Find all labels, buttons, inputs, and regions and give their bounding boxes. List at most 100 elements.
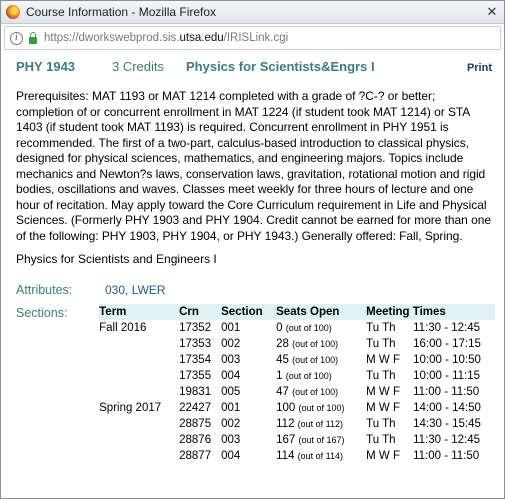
seats-capacity: (out of 100) xyxy=(285,371,332,381)
seats-open-value: 45 xyxy=(276,354,289,366)
seats-open-value: 0 xyxy=(276,322,283,334)
course-description: Prerequisites: MAT 1193 or MAT 1214 comp… xyxy=(16,89,491,243)
window-title: Course Information - Mozilla Firefox xyxy=(26,5,217,19)
lock-icon[interactable] xyxy=(29,31,37,44)
section-days: Tu Th xyxy=(366,338,396,350)
section-number: 004 xyxy=(221,450,241,462)
section-seats: 100 (out of 100) xyxy=(276,400,366,416)
seats-open-value: 100 xyxy=(276,402,296,414)
browser-window: Course Information - Mozilla Firefox ✕ i… xyxy=(0,0,505,499)
header-seats-open: Seats Open xyxy=(276,304,367,320)
section-term: Spring 2017 xyxy=(99,402,162,414)
url-bar[interactable]: i https://dworkswebprod.sis.utsa.edu/IRI… xyxy=(4,26,501,50)
section-time: 10:00 - 11:15 xyxy=(413,370,481,382)
section-crn: 17352 xyxy=(179,322,212,334)
sections-label: Sections: xyxy=(16,306,68,320)
seats-capacity: (out of 100) xyxy=(292,339,339,349)
section-crn: 17355 xyxy=(179,370,212,382)
section-seats: 28 (out of 100) xyxy=(276,336,366,352)
section-crn: 28876 xyxy=(179,434,212,446)
section-time: 11:30 - 12:45 xyxy=(413,322,481,334)
seats-capacity: (out of 114) xyxy=(297,451,344,461)
course-code: PHY 1943 xyxy=(16,59,76,74)
section-time: 11:00 - 11:50 xyxy=(413,450,480,462)
table-row: 17355 004 1 (out of 100) Tu Th 10:00 - 11:15 xyxy=(99,368,495,384)
header-term: Term xyxy=(99,304,180,320)
section-number: 002 xyxy=(221,418,241,430)
page-content: PHY 1943 3 Credits Physics for Scientist… xyxy=(1,49,504,498)
section-term xyxy=(99,336,179,352)
url-text[interactable]: https://dworkswebprod.sis.utsa.edu/IRISL… xyxy=(44,32,288,44)
section-number: 003 xyxy=(221,354,241,366)
section-crn: 19831 xyxy=(179,386,212,398)
table-row: 17353 002 28 (out of 100) Tu Th 16:00 - 17:1… xyxy=(99,336,495,352)
section-seats: 45 (out of 100) xyxy=(276,352,366,368)
section-number: 001 xyxy=(221,402,241,414)
section-seats: 1 (out of 100) xyxy=(276,368,366,384)
seats-capacity: (out of 167) xyxy=(298,435,345,445)
table-row: Spring 2017 22427 001 100 (out of 100) M W F… xyxy=(99,400,495,416)
firefox-icon xyxy=(6,5,20,19)
table-row: 28875 002 112 (out of 112) Tu Th 14:30 - 15:… xyxy=(99,416,495,432)
section-days: Tu Th xyxy=(366,434,396,446)
section-days: M W F xyxy=(366,402,400,414)
section-term xyxy=(99,416,179,432)
seats-open-value: 114 xyxy=(276,450,295,462)
table-row: Fall 2016 17352 001 0 (out of 100) Tu Th 11:3… xyxy=(99,320,495,336)
section-time: 10:00 - 10:50 xyxy=(413,354,481,366)
table-header-row: Term Crn Section Seats Open Meeting Time… xyxy=(99,304,495,320)
seats-capacity: (out of 100) xyxy=(292,387,339,397)
seats-capacity: (out of 100) xyxy=(298,403,345,413)
section-crn: 28875 xyxy=(179,418,212,430)
section-number: 003 xyxy=(221,434,241,446)
course-long-title: Physics for Scientists and Engineers I xyxy=(16,252,217,266)
section-time: 11:30 - 12:45 xyxy=(413,434,481,446)
section-term xyxy=(99,448,179,464)
sections-block: Sections: Term Crn Section Seats Open Me… xyxy=(16,304,495,464)
seats-open-value: 28 xyxy=(276,338,289,350)
seats-open-value: 1 xyxy=(276,370,283,382)
info-icon[interactable]: i xyxy=(10,31,23,45)
section-days: Tu Th xyxy=(366,418,396,430)
section-seats: 47 (out of 100) xyxy=(276,384,366,400)
section-term xyxy=(99,432,179,448)
section-time: 14:00 - 14:50 xyxy=(413,402,481,414)
section-seats: 112 (out of 112) xyxy=(276,416,366,432)
seats-open-value: 47 xyxy=(276,386,289,398)
section-time: 11:00 - 11:50 xyxy=(413,386,480,398)
section-seats: 114 (out of 114) xyxy=(276,448,366,464)
seats-open-value: 112 xyxy=(276,418,295,430)
attributes-label: Attributes: xyxy=(16,283,73,297)
section-days: M W F xyxy=(366,386,400,398)
section-term xyxy=(99,352,179,368)
course-credits: 3 Credits xyxy=(112,59,165,74)
seats-capacity: (out of 112) xyxy=(297,419,344,429)
attributes-row: Attributes: 030, LWER xyxy=(16,283,495,297)
section-time: 14:30 - 15:45 xyxy=(413,418,481,430)
section-days: Tu Th xyxy=(366,370,396,382)
section-seats: 167 (out of 167) xyxy=(276,432,366,448)
table-row: 17354 003 45 (out of 100) M W F 10:00 - 10:5… xyxy=(99,352,495,368)
sections-table: Term Crn Section Seats Open Meeting Time… xyxy=(99,304,495,464)
section-seats: 0 (out of 100) xyxy=(276,320,366,336)
close-button[interactable]: ✕ xyxy=(484,4,500,19)
section-term: Fall 2016 xyxy=(99,322,147,334)
title-bar[interactable]: Course Information - Mozilla Firefox ✕ xyxy=(1,1,504,24)
section-days: Tu Th xyxy=(366,322,396,334)
header-section: Section xyxy=(221,304,277,320)
header-meeting-times: Meeting Times xyxy=(366,304,495,320)
header-crn: Crn xyxy=(179,304,222,320)
section-crn: 17354 xyxy=(179,354,212,366)
seats-capacity: (out of 100) xyxy=(292,355,339,365)
section-days: M W F xyxy=(366,354,400,366)
seats-capacity: (out of 100) xyxy=(285,323,332,333)
attributes-value: 030, LWER xyxy=(105,283,166,297)
section-crn: 17353 xyxy=(179,338,212,350)
section-term xyxy=(99,368,179,384)
table-row: 28876 003 167 (out of 167) Tu Th 11:30 - 12:… xyxy=(99,432,495,448)
section-days: M W F xyxy=(366,450,400,462)
table-row: 19831 005 47 (out of 100) M W F 11:00 - 11:5… xyxy=(99,384,495,400)
section-number: 004 xyxy=(221,370,241,382)
table-row: 28877 004 114 (out of 114) M W F 11:00 - 11:… xyxy=(99,448,495,464)
print-link[interactable]: Print xyxy=(467,62,492,74)
